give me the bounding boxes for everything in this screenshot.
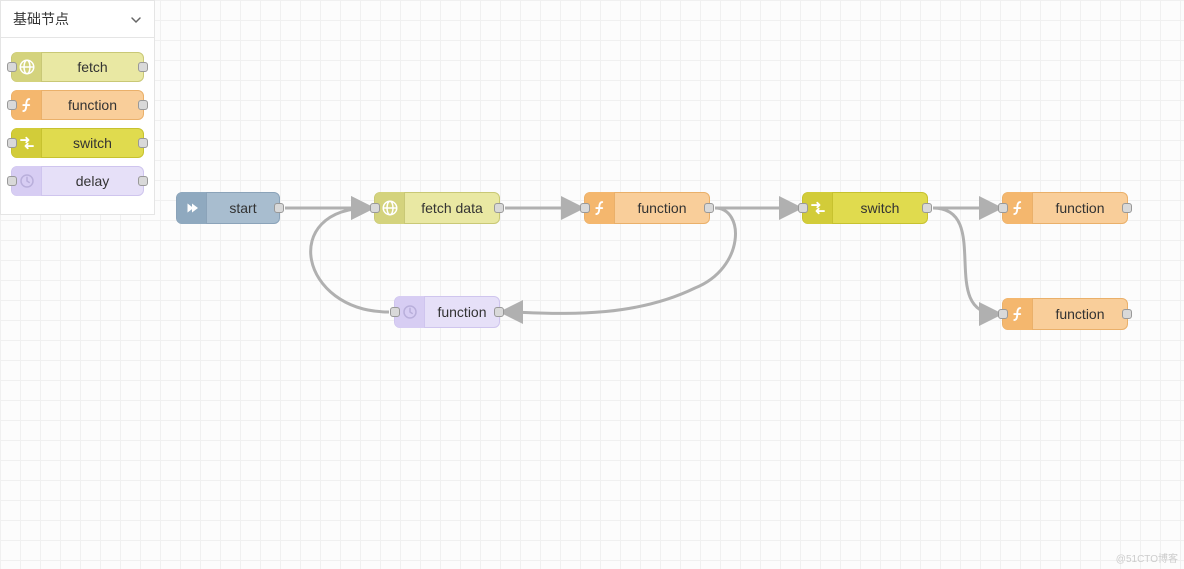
- node-label: switch: [833, 200, 927, 216]
- port-icon: [138, 176, 148, 186]
- sidebar-header[interactable]: 基础节点: [1, 0, 154, 38]
- flow-node-start[interactable]: start: [176, 192, 280, 224]
- flow-node-delay[interactable]: function: [394, 296, 500, 328]
- palette-item-switch[interactable]: switch: [11, 128, 144, 158]
- port-out[interactable]: [1122, 203, 1132, 213]
- node-label: function: [425, 304, 499, 320]
- watermark-text: @51CTO博客: [1116, 550, 1178, 565]
- port-icon: [138, 138, 148, 148]
- port-icon: [7, 100, 17, 110]
- flow-node-function[interactable]: function: [584, 192, 710, 224]
- port-in[interactable]: [998, 309, 1008, 319]
- palette-item-fetch[interactable]: fetch: [11, 52, 144, 82]
- arrow-icon: [177, 192, 207, 224]
- node-label: fetch data: [405, 200, 499, 216]
- node-label: start: [207, 200, 279, 216]
- sidebar-panel: 基础节点 fetch function switch delay: [0, 0, 155, 215]
- port-icon: [138, 100, 148, 110]
- node-label: function: [615, 200, 709, 216]
- port-out[interactable]: [1122, 309, 1132, 319]
- sidebar-title: 基础节点: [13, 9, 69, 29]
- port-in[interactable]: [580, 203, 590, 213]
- palette-label: fetch: [42, 59, 143, 75]
- palette-item-function[interactable]: function: [11, 90, 144, 120]
- port-in[interactable]: [370, 203, 380, 213]
- chevron-down-icon: [130, 13, 142, 25]
- flow-canvas[interactable]: start fetch data function switch function fun…: [0, 0, 1184, 569]
- port-in[interactable]: [390, 307, 400, 317]
- node-label: function: [1033, 306, 1127, 322]
- palette-item-delay[interactable]: delay: [11, 166, 144, 196]
- edges-layer: [0, 0, 1184, 569]
- node-label: function: [1033, 200, 1127, 216]
- palette-label: function: [42, 97, 143, 113]
- palette-label: switch: [42, 135, 143, 151]
- port-out[interactable]: [922, 203, 932, 213]
- port-out[interactable]: [274, 203, 284, 213]
- flow-node-function[interactable]: function: [1002, 192, 1128, 224]
- port-icon: [138, 62, 148, 72]
- port-icon: [7, 138, 17, 148]
- palette-label: delay: [42, 173, 143, 189]
- port-in[interactable]: [798, 203, 808, 213]
- flow-node-switch[interactable]: switch: [802, 192, 928, 224]
- port-icon: [7, 176, 17, 186]
- port-out[interactable]: [704, 203, 714, 213]
- palette-list: fetch function switch delay: [1, 38, 154, 214]
- port-icon: [7, 62, 17, 72]
- flow-node-function[interactable]: function: [1002, 298, 1128, 330]
- flow-node-fetch[interactable]: fetch data: [374, 192, 500, 224]
- port-out[interactable]: [494, 307, 504, 317]
- port-out[interactable]: [494, 203, 504, 213]
- port-in[interactable]: [998, 203, 1008, 213]
